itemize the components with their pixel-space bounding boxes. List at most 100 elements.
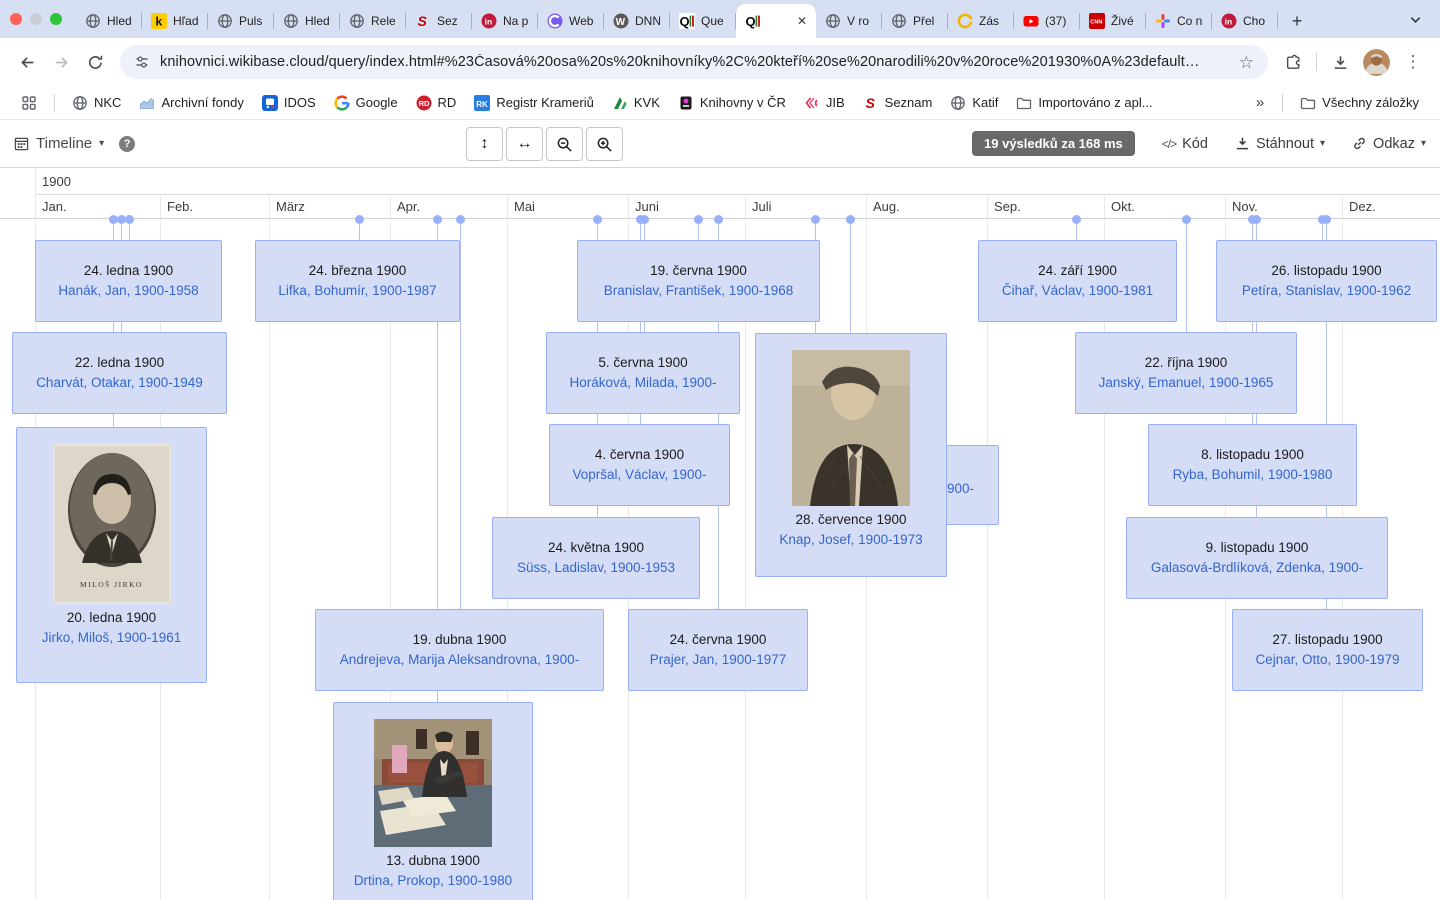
item-person-link[interactable]: Jirko, Miloš, 1900-1961 bbox=[42, 628, 182, 648]
tab-13[interactable]: Zás bbox=[948, 4, 1014, 38]
back-button[interactable] bbox=[10, 45, 44, 79]
extensions-icon[interactable] bbox=[1276, 45, 1310, 79]
omnibox[interactable]: knihovnici.wikibase.cloud/query/index.ht… bbox=[120, 45, 1268, 79]
item-person-link[interactable]: Branislav, František, 1900-1968 bbox=[604, 281, 794, 301]
item-person-link[interactable]: Knap, Josef, 1900-1973 bbox=[779, 530, 922, 550]
timeline-card[interactable]: 19. června 1900Branislav, František, 190… bbox=[577, 240, 820, 322]
tab-11[interactable]: V ro bbox=[816, 4, 882, 38]
timeline-card[interactable]: 24. ledna 1900Hanák, Jan, 1900-1958 bbox=[35, 240, 222, 322]
item-person-link[interactable]: Drtina, Prokop, 1900-1980 bbox=[354, 871, 512, 891]
all-bookmarks-button[interactable]: Všechny záložky bbox=[1291, 91, 1428, 115]
bookmark-item-0[interactable]: NKC bbox=[63, 91, 130, 115]
timeline-card[interactable]: 22. ledna 1900Charvát, Otakar, 1900-1949 bbox=[12, 332, 227, 414]
item-person-link[interactable]: Lifka, Bohumír, 1900-1987 bbox=[278, 281, 436, 301]
timeline-card[interactable]: 24. června 1900Prajer, Jan, 1900-1977 bbox=[628, 609, 808, 691]
item-person-link[interactable]: Horáková, Milada, 1900- bbox=[569, 373, 716, 393]
tab-17[interactable]: inCho bbox=[1212, 4, 1278, 38]
item-person-link[interactable]: Cejnar, Otto, 1900-1979 bbox=[1255, 650, 1399, 670]
zoom-window-button[interactable] bbox=[50, 13, 62, 25]
new-tab-button[interactable]: + bbox=[1284, 8, 1310, 34]
svg-text:RK: RK bbox=[477, 99, 489, 108]
bookmark-item-5[interactable]: RKRegistr Krameriů bbox=[465, 91, 603, 115]
tab-7[interactable]: Web bbox=[538, 4, 604, 38]
downloads-icon[interactable] bbox=[1323, 45, 1357, 79]
link-button[interactable]: Odkaz ▾ bbox=[1352, 136, 1426, 152]
bookmark-item-10[interactable]: Katif bbox=[941, 91, 1007, 115]
bookmark-item-4[interactable]: RDRD bbox=[407, 91, 466, 115]
timeline-card[interactable]: 24. března 1900Lifka, Bohumír, 1900-1987 bbox=[255, 240, 460, 322]
reload-button[interactable] bbox=[78, 45, 112, 79]
tab-3[interactable]: Hled bbox=[274, 4, 340, 38]
profile-avatar[interactable] bbox=[1363, 49, 1390, 76]
zoom-in-button[interactable] bbox=[586, 127, 623, 161]
timeline-card[interactable]: 5. června 1900Horáková, Milada, 1900- bbox=[546, 332, 740, 414]
timeline-card[interactable]: 27. listopadu 1900Cejnar, Otto, 1900-197… bbox=[1232, 609, 1423, 691]
item-person-link[interactable]: Vopršal, Václav, 1900- bbox=[572, 465, 706, 485]
download-button[interactable]: Stáhnout ▾ bbox=[1235, 136, 1325, 152]
tab-2[interactable]: Puls bbox=[208, 4, 274, 38]
browser-menu-icon[interactable]: ⋮ bbox=[1396, 45, 1430, 79]
bookmark-item-2[interactable]: IDOS bbox=[253, 91, 325, 115]
timeline-card[interactable]: 13. dubna 1900Drtina, Prokop, 1900-1980 bbox=[333, 702, 533, 900]
item-person-link[interactable]: Hanák, Jan, 1900-1958 bbox=[58, 281, 198, 301]
item-person-link[interactable]: Süss, Ladislav, 1900-1953 bbox=[517, 558, 675, 578]
timeline-card[interactable]: MILOŠ JIRKO20. ledna 1900Jirko, Miloš, 1… bbox=[16, 427, 207, 683]
code-label: Kód bbox=[1182, 136, 1208, 152]
bookmark-star-icon[interactable]: ☆ bbox=[1239, 54, 1254, 71]
item-person-link[interactable]: Charvát, Otakar, 1900-1949 bbox=[36, 373, 203, 393]
minimize-window-button[interactable] bbox=[30, 13, 42, 25]
tab-6[interactable]: inNa p bbox=[472, 4, 538, 38]
forward-button[interactable] bbox=[44, 45, 78, 79]
timeline-card[interactable]: 8. listopadu 1900Ryba, Bohumil, 1900-198… bbox=[1148, 424, 1357, 506]
tab-5[interactable]: SSez bbox=[406, 4, 472, 38]
timeline-card[interactable]: 24. září 1900Čihař, Václav, 1900-1981 bbox=[978, 240, 1177, 322]
help-icon[interactable]: ? bbox=[119, 136, 135, 152]
tab-10[interactable]: Q✕ bbox=[736, 4, 816, 38]
timeline-card[interactable]: 4. června 1900Vopršal, Václav, 1900- bbox=[549, 424, 730, 506]
tab-search-chevron-icon[interactable] bbox=[1402, 7, 1428, 31]
tab-14[interactable]: (37) bbox=[1014, 4, 1080, 38]
bookmark-item-1[interactable]: Archivní fondy bbox=[130, 91, 252, 115]
tab-12[interactable]: Přel bbox=[882, 4, 948, 38]
tab-4[interactable]: Rele bbox=[340, 4, 406, 38]
item-person-link[interactable]: Andrejeva, Marija Aleksandrovna, 1900- bbox=[340, 650, 579, 670]
bookmark-item-3[interactable]: Google bbox=[325, 91, 407, 115]
bookmark-item-8[interactable]: JIB bbox=[795, 91, 854, 115]
display-mode-button[interactable]: Timeline bbox=[36, 135, 92, 152]
close-tab-icon[interactable]: ✕ bbox=[797, 14, 807, 28]
tab-8[interactable]: WDNN bbox=[604, 4, 670, 38]
timeline-card[interactable]: 24. května 1900Süss, Ladislav, 1900-1953 bbox=[492, 517, 700, 599]
timeline-card[interactable]: 22. října 1900Janský, Emanuel, 1900-1965 bbox=[1075, 332, 1297, 414]
bookmark-item-7[interactable]: Knihovny v ČR bbox=[669, 91, 795, 115]
timeline-event-dot bbox=[1072, 215, 1081, 224]
tab-1[interactable]: kHľad bbox=[142, 4, 208, 38]
timeline-card[interactable]: 19. dubna 1900Andrejeva, Marija Aleksand… bbox=[315, 609, 604, 691]
tab-9[interactable]: QQue bbox=[670, 4, 736, 38]
fit-horizontal-button[interactable]: ↔ bbox=[506, 127, 543, 161]
item-person-link[interactable]: Ryba, Bohumil, 1900-1980 bbox=[1173, 465, 1333, 485]
timeline-card[interactable]: 26. listopadu 1900Petíra, Stanislav, 190… bbox=[1216, 240, 1437, 322]
zoom-out-button[interactable] bbox=[546, 127, 583, 161]
item-person-link[interactable]: Prajer, Jan, 1900-1977 bbox=[650, 650, 787, 670]
bookmark-item-11[interactable]: Importováno z apl... bbox=[1007, 91, 1161, 115]
item-person-link[interactable]: Čihař, Václav, 1900-1981 bbox=[1002, 281, 1153, 301]
url-text[interactable]: knihovnici.wikibase.cloud/query/index.ht… bbox=[160, 54, 1229, 70]
tab-15[interactable]: CNNŽivé bbox=[1080, 4, 1146, 38]
fit-vertical-button[interactable]: ↕ bbox=[466, 127, 503, 161]
apps-grid-icon[interactable] bbox=[12, 91, 46, 115]
code-button[interactable]: </> Kód bbox=[1162, 136, 1208, 152]
bookmark-item-9[interactable]: SSeznam bbox=[854, 91, 942, 115]
item-person-link[interactable]: Galasová-Brdlíková, Zdenka, 1900- bbox=[1151, 558, 1363, 578]
item-person-link[interactable]: Petíra, Stanislav, 1900-1962 bbox=[1242, 281, 1411, 301]
item-date: 20. ledna 1900 bbox=[67, 608, 156, 628]
timeline-card[interactable]: 28. července 1900Knap, Josef, 1900-1973 bbox=[755, 333, 947, 577]
bookmark-item-6[interactable]: KVK bbox=[603, 91, 669, 115]
timeline-card[interactable]: 9. listopadu 1900Galasová-Brdlíková, Zde… bbox=[1126, 517, 1388, 599]
tab-0[interactable]: Hled bbox=[76, 4, 142, 38]
tab-16[interactable]: Co n bbox=[1146, 4, 1212, 38]
item-person-link[interactable]: Janský, Emanuel, 1900-1965 bbox=[1099, 373, 1274, 393]
bookmarks-overflow-chevron[interactable]: » bbox=[1246, 94, 1274, 111]
timeline-canvas[interactable]: 1900 Jan.Feb.MärzApr.MaiJuniJuliAug.Sep.… bbox=[0, 168, 1440, 900]
close-window-button[interactable] bbox=[10, 13, 22, 25]
site-controls-icon[interactable] bbox=[134, 54, 150, 70]
